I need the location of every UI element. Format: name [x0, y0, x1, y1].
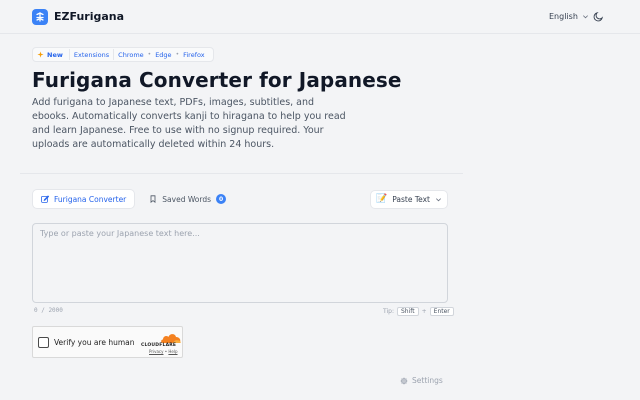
saved-count-badge: 0	[216, 194, 227, 204]
chrome-link[interactable]: Chrome	[114, 49, 148, 60]
memo-icon: 📝	[375, 194, 388, 204]
tab-furigana-converter[interactable]: Furigana Converter	[32, 189, 136, 209]
edge-link[interactable]: Edge	[151, 49, 175, 60]
chevron-down-icon	[436, 198, 441, 202]
page-title: Furigana Converter for Japanese	[32, 68, 402, 92]
firefox-link[interactable]: Firefox	[179, 49, 209, 60]
extensions-badge: New Extensions Chrome • Edge • Firefox	[32, 47, 214, 62]
settings-button[interactable]: Settings	[400, 376, 443, 385]
settings-label: Settings	[412, 376, 443, 385]
logo-icon[interactable]	[32, 9, 48, 25]
new-badge: New	[37, 49, 70, 60]
paste-text-dropdown[interactable]: 📝 Paste Text	[370, 190, 448, 209]
language-label: English	[549, 12, 578, 21]
sparkle-icon	[37, 51, 44, 58]
cloudflare-wordmark: CLOUDFLARE	[141, 343, 177, 348]
section-divider	[20, 173, 463, 174]
converter-tabs: Furigana Converter Saved Words 0	[32, 189, 234, 209]
captcha-links: Privacy • Help	[149, 349, 178, 354]
extensions-link[interactable]: Extensions	[70, 49, 115, 60]
privacy-link[interactable]: Privacy	[149, 349, 163, 354]
tab-label: Saved Words	[162, 194, 212, 204]
top-nav: EZFurigana English	[0, 0, 640, 34]
plus-sign: +	[421, 308, 427, 315]
japanese-text-input[interactable]	[32, 223, 448, 303]
language-selector[interactable]: English	[549, 11, 589, 22]
chevron-down-icon	[582, 15, 588, 19]
help-link[interactable]: Help	[168, 349, 177, 354]
tab-saved-words[interactable]: Saved Words 0	[141, 189, 234, 209]
bookmark-icon	[150, 195, 156, 203]
link-separator: •	[164, 349, 168, 354]
tip-label: Tip:	[383, 308, 394, 315]
tab-label: Furigana Converter	[54, 194, 127, 204]
page-description: Add furigana to Japanese text, PDFs, ima…	[32, 97, 346, 150]
gear-icon	[400, 377, 408, 384]
shift-key: Shift	[396, 307, 419, 316]
captcha-label: Verify you are human	[54, 338, 135, 347]
edit-icon	[41, 195, 49, 203]
keyboard-tip: Tip: Shift + Enter	[383, 307, 454, 316]
dark-mode-toggle-icon[interactable]	[593, 11, 604, 22]
brand-name[interactable]: EZFurigana	[54, 10, 124, 24]
paste-text-label: Paste Text	[392, 195, 430, 204]
captcha-checkbox[interactable]	[38, 337, 49, 348]
new-label: New	[47, 50, 63, 59]
enter-key: Enter	[429, 307, 454, 316]
cloudflare-captcha: Verify you are human CLOUDFLARE Privacy …	[32, 326, 183, 358]
character-counter: 0 / 2000	[34, 307, 63, 314]
